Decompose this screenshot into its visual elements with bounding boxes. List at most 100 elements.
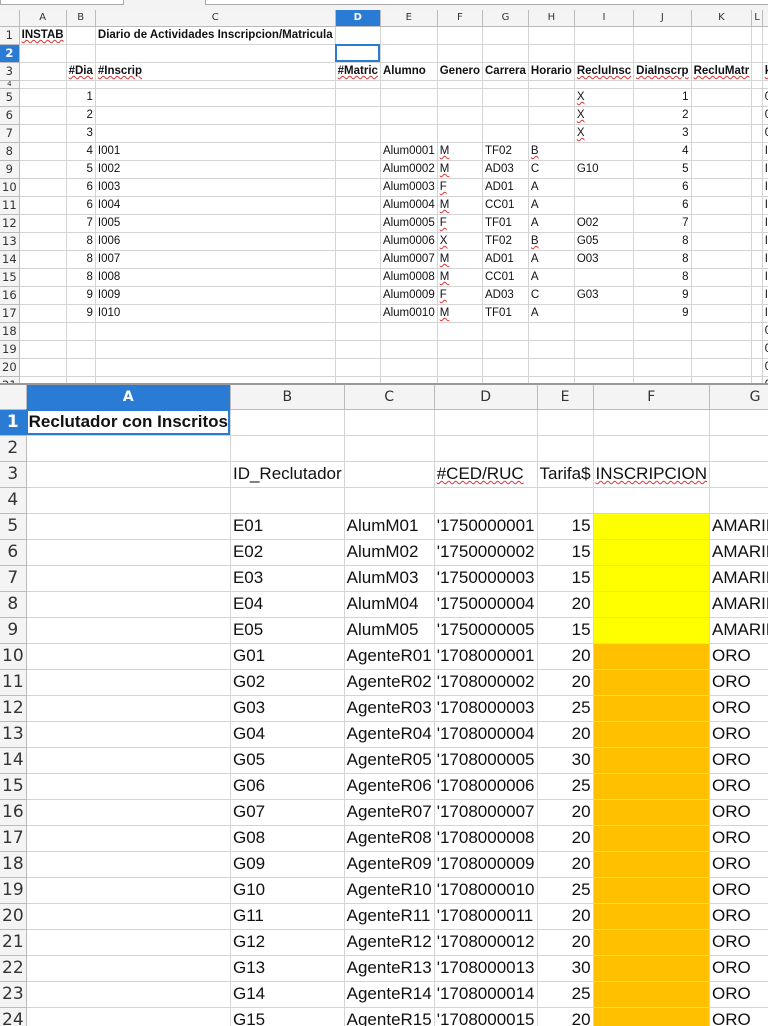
cell-j16[interactable]: 9 xyxy=(633,286,692,305)
cell-j2[interactable] xyxy=(633,44,692,63)
cell-b11[interactable]: 6 xyxy=(66,196,96,215)
cell-a12[interactable] xyxy=(26,695,231,722)
cell-l9[interactable] xyxy=(751,160,763,179)
cell-d18[interactable] xyxy=(335,322,381,341)
cell-b19[interactable] xyxy=(66,340,96,359)
cell-l4[interactable] xyxy=(751,80,763,89)
row-header[interactable]: 14 xyxy=(0,747,27,774)
cell-l14[interactable] xyxy=(751,250,763,269)
cell-c9[interactable]: I002 xyxy=(95,160,336,179)
cell-a3[interactable] xyxy=(19,62,67,81)
cell-b3[interactable]: #Dia xyxy=(66,62,96,81)
cell-m1[interactable] xyxy=(762,26,768,45)
cell-d8[interactable]: '1750000004 xyxy=(434,591,538,618)
cell-c16[interactable]: I009 xyxy=(95,286,336,305)
cell-d15[interactable] xyxy=(335,268,381,287)
cell-m21[interactable]: 00 xyxy=(762,376,768,383)
cell-i18[interactable] xyxy=(574,322,635,341)
column-header-b[interactable]: B xyxy=(66,10,96,27)
cell-a8[interactable] xyxy=(19,142,67,161)
cell-h13[interactable]: B xyxy=(528,232,575,251)
cell-d20[interactable]: '1708000011 xyxy=(434,903,538,930)
cell-i9[interactable]: G10 xyxy=(574,160,635,179)
cell-i15[interactable] xyxy=(574,268,635,287)
cell-m12[interactable]: I07 xyxy=(762,214,768,233)
cell-a17[interactable] xyxy=(26,825,231,852)
cell-j15[interactable]: 8 xyxy=(633,268,692,287)
cell-g11[interactable]: CC01 xyxy=(482,196,529,215)
cell-l7[interactable] xyxy=(751,124,763,143)
cell-a2[interactable] xyxy=(19,44,67,63)
cell-b16[interactable]: 9 xyxy=(66,286,96,305)
cell-a5[interactable] xyxy=(19,88,67,107)
cell-j9[interactable]: 5 xyxy=(633,160,692,179)
row-header[interactable]: 24 xyxy=(0,1007,27,1026)
cell-e15[interactable]: 25 xyxy=(537,773,594,800)
cell-k7[interactable] xyxy=(691,124,753,143)
cell-g11[interactable]: ORO xyxy=(709,669,768,696)
cell-g19[interactable]: ORO xyxy=(709,877,768,904)
column-header-d[interactable]: D xyxy=(335,10,381,27)
cell-f17[interactable] xyxy=(593,825,711,852)
row-header[interactable]: 3 xyxy=(0,461,27,488)
cell-b14[interactable]: G05 xyxy=(230,747,345,774)
cell-f6[interactable] xyxy=(437,106,484,125)
cell-f5[interactable] xyxy=(437,88,484,107)
cell-g15[interactable]: ORO xyxy=(709,773,768,800)
cell-f10[interactable] xyxy=(593,643,711,670)
cell-f12[interactable] xyxy=(593,695,711,722)
cell-a12[interactable] xyxy=(19,214,67,233)
cell-g4[interactable] xyxy=(482,80,529,89)
cell-d5[interactable] xyxy=(335,88,381,107)
row-header[interactable]: 3 xyxy=(0,62,20,81)
cell-b10[interactable]: 6 xyxy=(66,178,96,197)
cell-e11[interactable]: 20 xyxy=(537,669,594,696)
cell-b11[interactable]: G02 xyxy=(230,669,345,696)
column-header-i[interactable]: I xyxy=(574,10,635,27)
cell-h10[interactable]: A xyxy=(528,178,575,197)
cell-c8[interactable]: AlumM04 xyxy=(344,591,435,618)
cell-c6[interactable]: AlumM02 xyxy=(344,539,435,566)
row-header[interactable]: 2 xyxy=(0,44,20,63)
cell-a21[interactable] xyxy=(26,929,231,956)
row-header[interactable]: 10 xyxy=(0,643,27,670)
row-header[interactable]: 10 xyxy=(0,178,20,197)
cell-b19[interactable]: G10 xyxy=(230,877,345,904)
cell-f24[interactable] xyxy=(593,1007,711,1026)
cell-c7[interactable]: AlumM03 xyxy=(344,565,435,592)
row-header[interactable]: 5 xyxy=(0,513,27,540)
cell-d9[interactable]: '1750000005 xyxy=(434,617,538,644)
cell-e23[interactable]: 25 xyxy=(537,981,594,1008)
cell-l12[interactable] xyxy=(751,214,763,233)
row-header[interactable]: 21 xyxy=(0,929,27,956)
cell-i6[interactable]: X xyxy=(574,106,635,125)
cell-f20[interactable] xyxy=(437,358,484,377)
row-header[interactable]: 23 xyxy=(0,981,27,1008)
cell-d12[interactable] xyxy=(335,214,381,233)
cell-i4[interactable] xyxy=(574,80,635,89)
cell-f9[interactable] xyxy=(593,617,711,644)
cell-f20[interactable] xyxy=(593,903,711,930)
cell-e14[interactable]: 30 xyxy=(537,747,594,774)
column-header-d[interactable]: D xyxy=(434,385,538,410)
cell-d10[interactable]: '1708000001 xyxy=(434,643,538,670)
cell-g3[interactable]: Carrera xyxy=(482,62,529,81)
cell-d14[interactable] xyxy=(335,250,381,269)
cell-m5[interactable]: 01 xyxy=(762,88,768,107)
cell-i10[interactable] xyxy=(574,178,635,197)
column-header-g[interactable]: G xyxy=(482,10,529,27)
row-header[interactable]: 19 xyxy=(0,877,27,904)
column-header-e[interactable]: E xyxy=(537,385,594,410)
row-header[interactable]: 20 xyxy=(0,903,27,930)
cell-e1[interactable] xyxy=(537,409,594,436)
cell-e6[interactable]: 15 xyxy=(537,539,594,566)
cell-d12[interactable]: '1708000003 xyxy=(434,695,538,722)
row-header[interactable]: 7 xyxy=(0,565,27,592)
cell-e20[interactable]: 20 xyxy=(537,903,594,930)
cell-k15[interactable] xyxy=(691,268,753,287)
cell-g18[interactable] xyxy=(482,322,529,341)
cell-k10[interactable] xyxy=(691,178,753,197)
cell-j13[interactable]: 8 xyxy=(633,232,692,251)
cell-b12[interactable]: G03 xyxy=(230,695,345,722)
cell-e18[interactable] xyxy=(380,322,438,341)
